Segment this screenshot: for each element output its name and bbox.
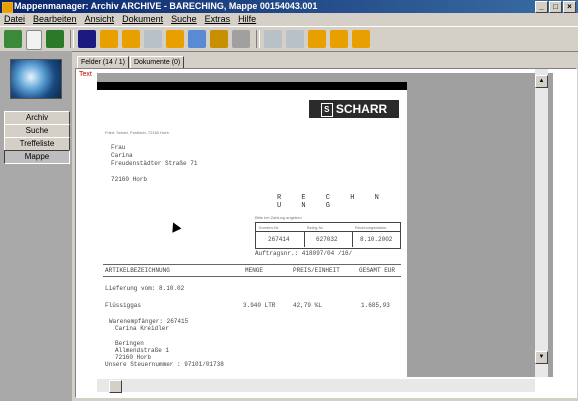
col-menge: MENGE	[245, 267, 264, 274]
edit-icon[interactable]	[232, 30, 250, 48]
item-price: 42,79 %L	[293, 302, 322, 309]
col-gesamt: GESAMT EUR	[359, 267, 396, 274]
menu-suche[interactable]: Suche	[171, 13, 197, 25]
archive-icon[interactable]	[4, 30, 22, 48]
window-titlebar[interactable]: Mappenmanager: Archiv ARCHIVE - BARECHIN…	[0, 0, 578, 13]
toolbar	[0, 26, 578, 52]
info-icon[interactable]	[26, 30, 42, 50]
tax-number: Unsere Steuernummer : 97101/01738	[105, 361, 224, 368]
tab-bar: Felder (14 / 1) Dokumente (0)	[77, 56, 185, 70]
menu-ansicht[interactable]: Ansicht	[85, 13, 115, 25]
goods-recipient: Warenempfänger: 267415	[109, 318, 189, 325]
address-line-2: Allmendstraße 1	[115, 347, 170, 354]
menu-hilfe[interactable]: Hilfe	[238, 13, 256, 25]
address-line-3: 72160 Horb	[115, 354, 152, 361]
company-logo: S SCHARR	[309, 100, 399, 118]
goods-recipient-name: Carina Kreidler	[115, 325, 170, 332]
horizontal-scrollbar[interactable]	[97, 379, 535, 393]
left-panel: Archiv Suche Treffeliste Mappe	[0, 51, 72, 401]
col-preis: PREIS/EINHEIT	[293, 267, 340, 274]
search-icon[interactable]	[46, 30, 64, 48]
ref-col-beleg: Beleg-Nr.	[307, 225, 324, 230]
scroll-down-icon[interactable]: ▼	[535, 351, 548, 364]
window-title: Mappenmanager: Archiv ARCHIVE - BARECHIN…	[14, 1, 318, 11]
folder-last-icon[interactable]	[352, 30, 370, 48]
item-name: Flüssiggas	[105, 302, 142, 309]
scroll-up-icon[interactable]: ▲	[535, 75, 548, 88]
folder-down-icon[interactable]	[330, 30, 348, 48]
app-icon	[2, 2, 13, 13]
ref-col-datum: Rechnungsdatum	[355, 225, 387, 230]
invoice-page: S SCHARR Fried. Scharr, Postfach, 72160 H…	[97, 82, 407, 377]
recipient-line-2: Carina	[111, 152, 133, 159]
menu-datei[interactable]: Datei	[4, 13, 25, 25]
paste-icon[interactable]	[210, 30, 228, 48]
ref-val-kunde: 267414	[268, 236, 290, 243]
invoice-heading: R E C H N U N G	[277, 194, 387, 210]
maximize-button[interactable]: □	[549, 1, 562, 13]
copy-icon[interactable]	[188, 30, 206, 48]
recipient-line-3: Freudenstädter Straße 71	[111, 160, 198, 167]
nav-archiv[interactable]: Archiv	[4, 111, 70, 125]
nav-mappe[interactable]: Mappe	[4, 150, 70, 164]
document-viewer[interactable]: S SCHARR Fried. Scharr, Postfach, 72160 H…	[97, 73, 553, 377]
reference-box: Kunden-Nr. Beleg-Nr. Rechnungsdatum 2674…	[255, 222, 401, 249]
sender-line: Fried. Scharr, Postfach, 72160 Horb	[105, 130, 169, 135]
menu-dokument[interactable]: Dokument	[122, 13, 163, 25]
menu-bearbeiten[interactable]: Bearbeiten	[33, 13, 77, 25]
folder-blue-icon[interactable]	[78, 30, 96, 48]
document-pane: Text S SCHARR Fried. Scharr, Postfach, 72…	[75, 68, 577, 398]
folder-up-icon[interactable]	[308, 30, 326, 48]
order-number: Auftragsnr.: 418097/04 /16/	[255, 250, 353, 257]
text-label: Text	[79, 71, 92, 78]
delivery-date: Lieferung vom: 8.10.02	[105, 285, 185, 292]
vertical-scrollbar[interactable]: ▲ ▼	[535, 69, 548, 377]
col-artikel: ARTIKELBEZEICHNUNG	[105, 267, 170, 274]
item-quantity: 3.940 LTR	[243, 302, 276, 309]
ref-header: Bitte bei Zahlung angeben	[255, 215, 302, 220]
scroll-thumb[interactable]	[109, 380, 122, 393]
nav-treffeliste[interactable]: Treffeliste	[4, 137, 70, 151]
forward-icon[interactable]	[286, 30, 304, 48]
menu-bar: Datei Bearbeiten Ansicht Dokument Suche …	[0, 13, 578, 25]
mouse-cursor-icon	[168, 220, 182, 233]
folder-gray-icon[interactable]	[144, 30, 162, 48]
menu-extras[interactable]: Extras	[205, 13, 231, 25]
folder-open-icon[interactable]	[100, 30, 118, 48]
back-icon[interactable]	[264, 30, 282, 48]
ref-col-kunde: Kunden-Nr.	[259, 225, 280, 230]
recipient-line-5: 72160 Horb	[111, 176, 148, 183]
ref-val-datum: 8.10.2002	[360, 236, 393, 243]
recipient-line-1: Frau	[111, 144, 126, 151]
address-line-1: Beringen	[115, 340, 144, 347]
document-icon[interactable]	[166, 30, 184, 48]
page-header-bar	[97, 82, 407, 90]
folder-new-icon[interactable]	[122, 30, 140, 48]
app-logo	[10, 59, 62, 99]
ref-val-beleg: 627032	[316, 236, 338, 243]
close-button[interactable]: ×	[563, 1, 576, 13]
minimize-button[interactable]: _	[535, 1, 548, 13]
nav-suche[interactable]: Suche	[4, 124, 70, 138]
item-total: 1.685,93	[361, 302, 390, 309]
